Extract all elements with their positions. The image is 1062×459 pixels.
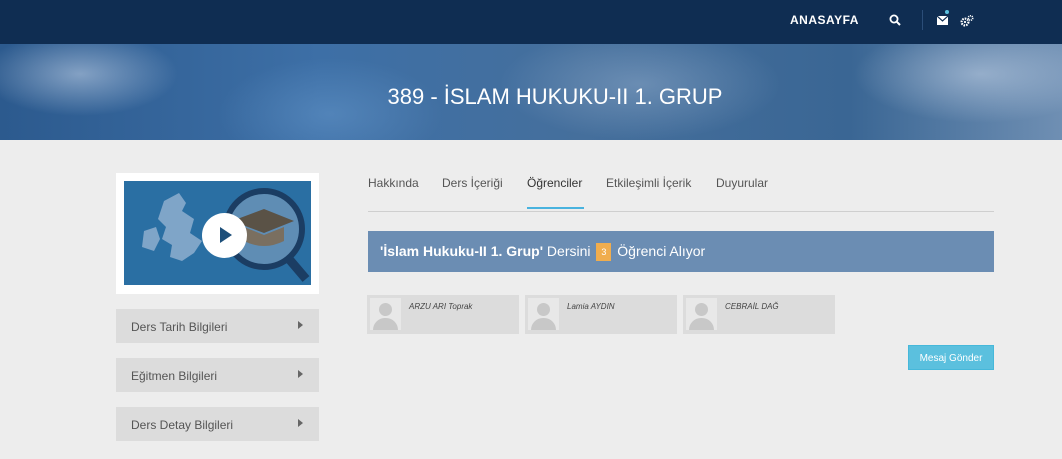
sidebar-item-instructor[interactable]: Eğitmen Bilgileri bbox=[116, 358, 319, 392]
banner-text-before: Dersini bbox=[543, 243, 595, 259]
active-tab-indicator bbox=[527, 207, 584, 209]
tab-course-content[interactable]: Ders İçeriği bbox=[442, 176, 503, 190]
sidebar-item-label: Eğitmen Bilgileri bbox=[131, 369, 218, 383]
course-intro-video[interactable] bbox=[116, 173, 319, 294]
sidebar-item-label: Ders Detay Bilgileri bbox=[131, 418, 234, 432]
play-button[interactable] bbox=[202, 213, 247, 258]
banner-course-name: 'İslam Hukuku-II 1. Grup' bbox=[380, 243, 544, 259]
chevron-right-icon bbox=[298, 321, 303, 329]
tab-about[interactable]: Hakkında bbox=[368, 176, 419, 190]
nav-home-link[interactable]: ANASAYFA bbox=[790, 13, 859, 27]
avatar bbox=[686, 298, 717, 330]
nav-divider bbox=[922, 10, 923, 30]
search-icon[interactable] bbox=[889, 14, 901, 26]
sidebar-item-course-dates[interactable]: Ders Tarih Bilgileri bbox=[116, 309, 319, 343]
sidebar-item-label: Ders Tarih Bilgileri bbox=[131, 320, 228, 334]
chevron-right-icon bbox=[298, 370, 303, 378]
course-thumbnail bbox=[124, 181, 311, 285]
send-message-button[interactable]: Mesaj Gönder bbox=[908, 345, 994, 370]
chevron-right-icon bbox=[298, 419, 303, 427]
sidebar-item-course-details[interactable]: Ders Detay Bilgileri bbox=[116, 407, 319, 441]
tab-students[interactable]: Öğrenciler bbox=[527, 176, 582, 190]
mail-icon[interactable] bbox=[937, 16, 948, 25]
student-count-badge: 3 bbox=[596, 243, 612, 261]
enrollment-banner: 'İslam Hukuku-II 1. Grup' Dersini 3 Öğre… bbox=[368, 231, 994, 272]
student-name: CEBRAİL DAĞ bbox=[725, 302, 779, 311]
student-card[interactable]: ARZU ARI Toprak bbox=[367, 295, 519, 334]
avatar bbox=[528, 298, 559, 330]
student-name: ARZU ARI Toprak bbox=[409, 302, 473, 311]
course-title: 389 - İSLAM HUKUKU-II 1. GRUP bbox=[387, 84, 723, 109]
tab-announcements[interactable]: Duyurular bbox=[716, 176, 768, 190]
tab-interactive-content[interactable]: Etkileşimli İçerik bbox=[606, 176, 691, 190]
student-card[interactable]: Lamia AYDIN bbox=[525, 295, 677, 334]
top-navbar: ANASAYFA bbox=[0, 0, 1062, 44]
student-card[interactable]: CEBRAİL DAĞ bbox=[683, 295, 835, 334]
course-hero-banner: 389 - İSLAM HUKUKU-II 1. GRUP bbox=[0, 44, 1062, 140]
student-name: Lamia AYDIN bbox=[567, 302, 615, 311]
settings-icon[interactable] bbox=[960, 14, 974, 28]
avatar bbox=[370, 298, 401, 330]
banner-text-after: Öğrenci Alıyor bbox=[613, 243, 706, 259]
course-tabs: Hakkında Ders İçeriği Öğrenciler Etkileş… bbox=[368, 172, 994, 212]
notification-dot bbox=[945, 10, 949, 14]
